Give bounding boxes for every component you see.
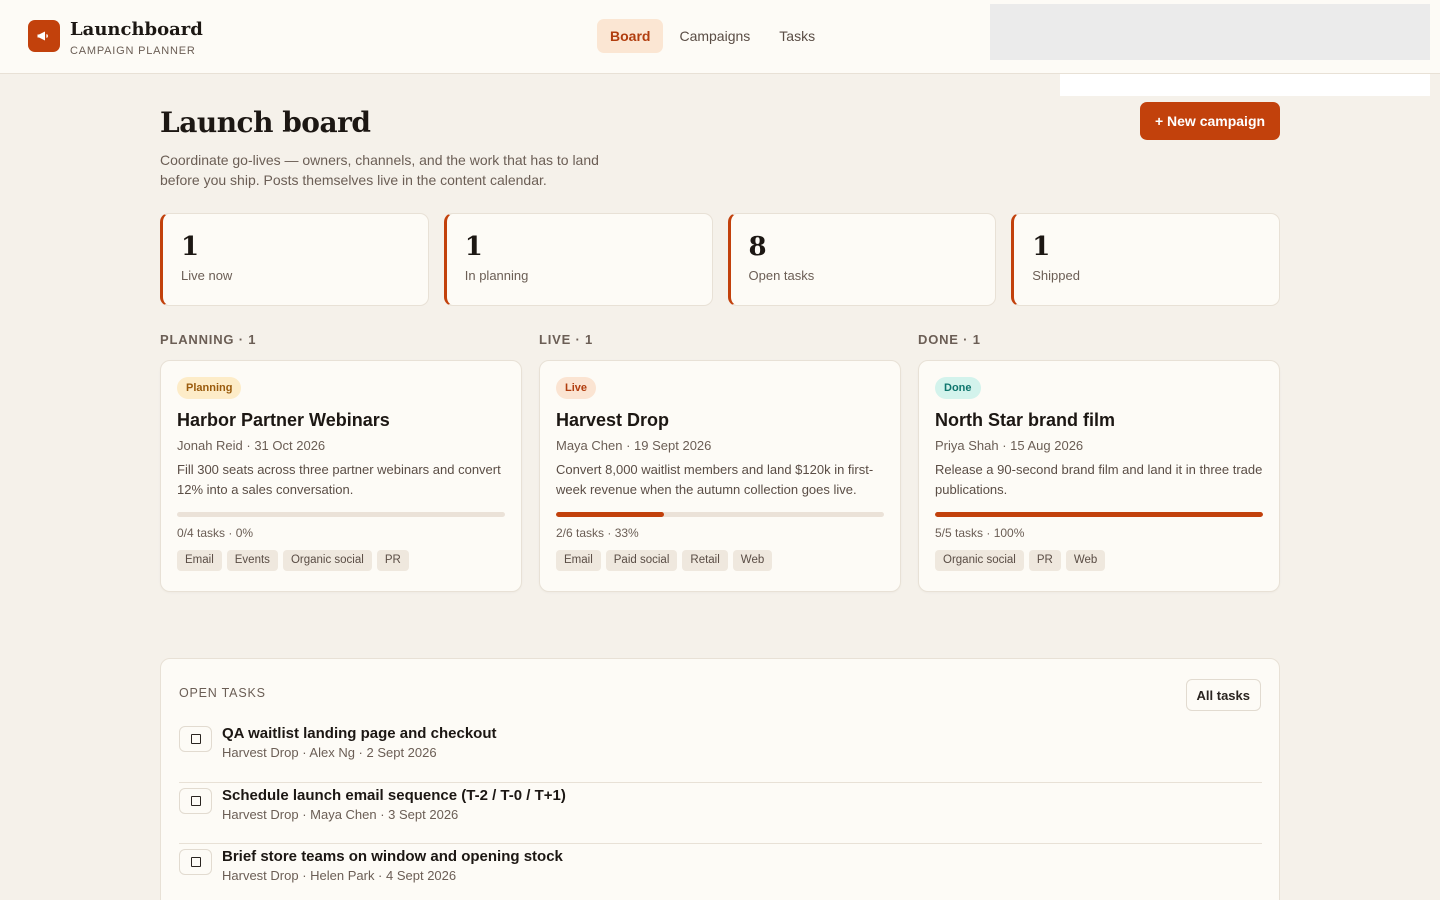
column-heading: DONE · 1	[918, 332, 981, 347]
campaign-meta: Maya Chen · 19 Sept 2026	[556, 438, 712, 453]
top-bar: Launchboard CAMPAIGN PLANNER Board Campa…	[0, 0, 1440, 74]
column-done: DONE · 1 Done North Star brand film Priy…	[918, 332, 1280, 592]
channel-chip: Email	[556, 550, 601, 571]
board-columns: PLANNING · 1 Planning Harbor Partner Web…	[160, 332, 1280, 592]
progress-fill	[556, 512, 665, 517]
channel-chip: Organic social	[282, 550, 372, 571]
task-meta: Harvest Drop · Helen Park · 4 Sept 2026	[222, 868, 457, 883]
status-badge: Planning	[177, 377, 242, 399]
channel-chip: Organic social	[935, 550, 1024, 571]
channel-chip: Events	[226, 550, 278, 571]
open-tasks-heading: OPEN TASKS	[179, 686, 266, 700]
placeholder-region	[990, 4, 1430, 60]
checkbox-icon	[190, 857, 201, 867]
channel-chips: Organic social PR Web	[935, 550, 1263, 571]
nav-tasks[interactable]: Tasks	[766, 19, 828, 53]
stat-value: 1	[181, 232, 200, 262]
campaign-meta: Jonah Reid · 31 Oct 2026	[177, 438, 326, 453]
campaign-meta: Priya Shah · 15 Aug 2026	[935, 438, 1084, 453]
campaign-title: Harbor Partner Webinars	[177, 410, 390, 430]
task-title: Schedule launch email sequence (T-2 / T-…	[222, 786, 566, 804]
stat-label: Shipped	[1032, 268, 1080, 283]
campaign-card[interactable]: Planning Harbor Partner Webinars Jonah R…	[160, 360, 522, 592]
task-checkbox[interactable]	[179, 726, 212, 752]
page-description: Coordinate go-lives — owners, channels, …	[160, 152, 599, 188]
stat-label: In planning	[464, 268, 529, 283]
task-row: Schedule launch email sequence (T-2 / T-…	[179, 783, 1262, 844]
open-tasks-panel: OPEN TASKS All tasks QA waitlist landing…	[160, 658, 1280, 900]
stat-live-now: 1 Live now	[160, 213, 429, 306]
task-checkbox[interactable]	[179, 849, 212, 875]
stat-value: 8	[748, 232, 767, 262]
main-nav: Board Campaigns Tasks	[597, 19, 831, 53]
stat-open-tasks: 8 Open tasks	[727, 213, 997, 306]
campaign-description: Release a 90-second brand film and land …	[935, 462, 1263, 497]
stat-shipped: 1 Shipped	[1011, 213, 1280, 306]
task-row: QA waitlist landing page and checkout Ha…	[179, 721, 1262, 783]
task-title: Brief store teams on window and opening …	[222, 848, 563, 865]
megaphone-icon	[28, 20, 60, 52]
stat-label: Open tasks	[748, 268, 815, 283]
task-meta: Harvest Drop · Alex Ng · 2 Sept 2026	[222, 745, 437, 760]
channel-chip: Web	[1065, 550, 1106, 571]
stat-value: 1	[464, 232, 483, 262]
new-campaign-button[interactable]: + New campaign	[1140, 102, 1280, 140]
checkbox-icon	[190, 795, 201, 806]
column-live: LIVE · 1 Live Harvest Drop Maya Chen · 1…	[539, 332, 901, 592]
brand-name: Launchboard	[70, 19, 203, 40]
nav-campaigns[interactable]: Campaigns	[666, 19, 763, 53]
task-row: Brief store teams on window and opening …	[179, 844, 1262, 900]
progress-bar	[556, 512, 884, 517]
campaign-title: Harvest Drop	[556, 410, 670, 430]
campaign-description: Convert 8,000 waitlist members and land …	[556, 462, 874, 497]
campaign-card[interactable]: Live Harvest Drop Maya Chen · 19 Sept 20…	[539, 360, 901, 592]
channel-chip: PR	[1028, 550, 1061, 571]
status-badge: Done	[935, 377, 981, 399]
stat-in-planning: 1 In planning	[443, 213, 713, 306]
status-badge: Live	[556, 377, 597, 399]
column-heading: PLANNING · 1	[160, 332, 257, 347]
placeholder-region-lower	[1060, 74, 1430, 96]
brand[interactable]: Launchboard CAMPAIGN PLANNER	[28, 20, 203, 57]
channel-chip: Paid social	[605, 550, 678, 571]
all-tasks-button[interactable]: All tasks	[1185, 679, 1261, 711]
channel-chip: PR	[376, 550, 409, 571]
brand-subtitle: CAMPAIGN PLANNER	[70, 45, 196, 57]
progress-text: 5/5 tasks · 100%	[935, 526, 1025, 540]
task-meta: Harvest Drop · Maya Chen · 3 Sept 2026	[222, 806, 459, 822]
column-planning: PLANNING · 1 Planning Harbor Partner Web…	[160, 332, 522, 592]
progress-bar	[177, 512, 505, 517]
progress-text: 2/6 tasks · 33%	[556, 526, 639, 540]
stat-label: Live now	[181, 268, 233, 283]
campaign-description: Fill 300 seats across three partner webi…	[177, 462, 501, 497]
channel-chip: Email	[177, 550, 222, 571]
progress-text: 0/4 tasks · 0%	[177, 526, 254, 540]
stats-row: 1 Live now 1 In planning 8 Open tasks 1 …	[160, 213, 1280, 306]
column-heading: LIVE · 1	[539, 332, 594, 347]
channel-chip: Retail	[682, 550, 728, 571]
page-title: Launch board	[160, 106, 371, 139]
task-title: QA waitlist landing page and checkout	[222, 725, 497, 742]
checkbox-icon	[190, 734, 201, 744]
channel-chip: Web	[732, 550, 773, 571]
stat-value: 1	[1032, 232, 1051, 262]
campaign-title: North Star brand film	[935, 410, 1116, 430]
campaign-card[interactable]: Done North Star brand film Priya Shah · …	[918, 360, 1280, 592]
channel-chips: Email Paid social Retail Web	[556, 550, 884, 571]
channel-chips: Email Events Organic social PR	[177, 550, 505, 571]
progress-fill	[935, 512, 1263, 517]
task-list: QA waitlist landing page and checkout Ha…	[179, 721, 1262, 900]
nav-board[interactable]: Board	[597, 19, 664, 53]
task-checkbox[interactable]	[179, 787, 212, 814]
progress-bar	[935, 512, 1263, 517]
